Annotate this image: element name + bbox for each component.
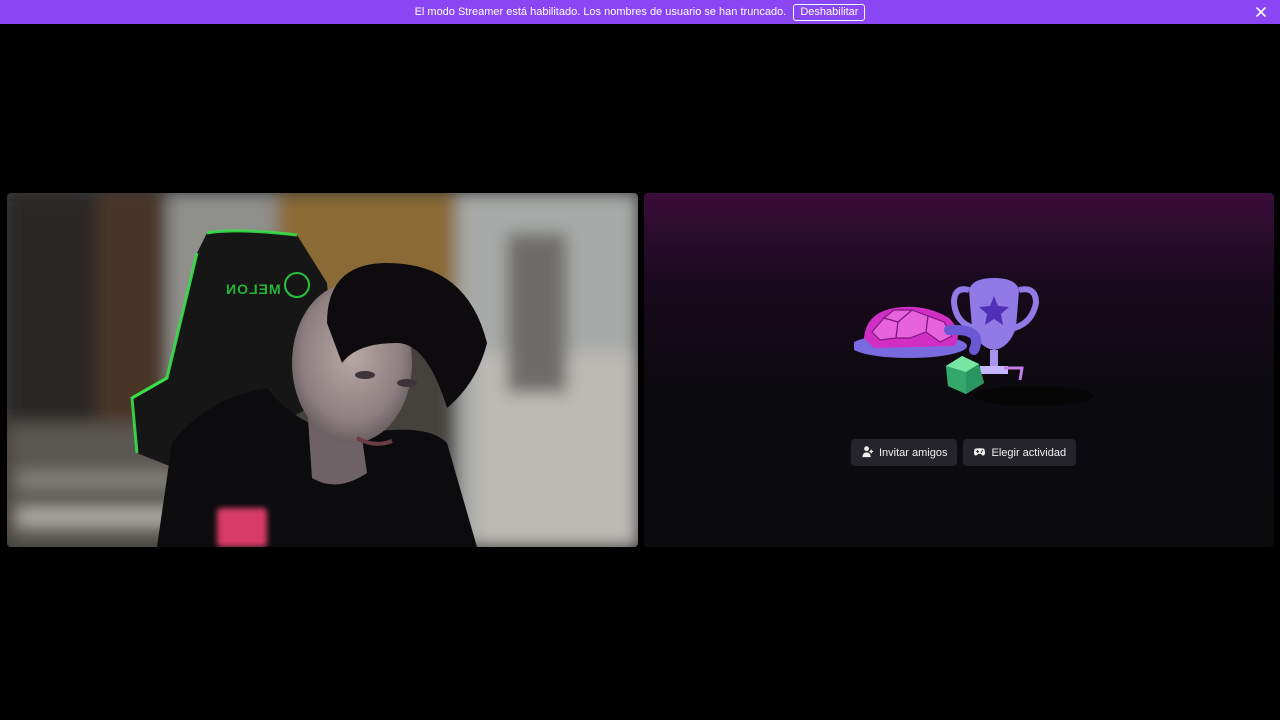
activity-actions: Invitar amigos Elegir actividad	[851, 439, 1077, 466]
invite-friends-button[interactable]: Invitar amigos	[851, 439, 958, 466]
notice-message: El modo Streamer está habilitado. Los no…	[414, 6, 787, 18]
gamepad-icon	[973, 445, 986, 461]
trophy-gems-dice-illustration	[854, 278, 1094, 406]
choose-activity-label: Elegir actividad	[991, 446, 1067, 459]
activity-tile: Invitar amigos Elegir actividad	[644, 193, 1274, 547]
disable-streamer-mode-button[interactable]: Deshabilitar	[793, 3, 866, 21]
streamer-mode-notice: El modo Streamer está habilitado. Los no…	[0, 0, 1280, 24]
invite-friends-label: Invitar amigos	[879, 446, 948, 459]
call-stage: MELON Invitar amigos Elegir actividad	[0, 24, 1280, 720]
video-tile[interactable]: MELON	[7, 193, 638, 547]
invite-friends-icon	[861, 445, 874, 461]
chair-brand-label: MELON	[225, 281, 281, 297]
choose-activity-button[interactable]: Elegir actividad	[963, 439, 1077, 466]
camera-feed	[7, 193, 638, 547]
close-icon[interactable]	[1254, 5, 1268, 19]
